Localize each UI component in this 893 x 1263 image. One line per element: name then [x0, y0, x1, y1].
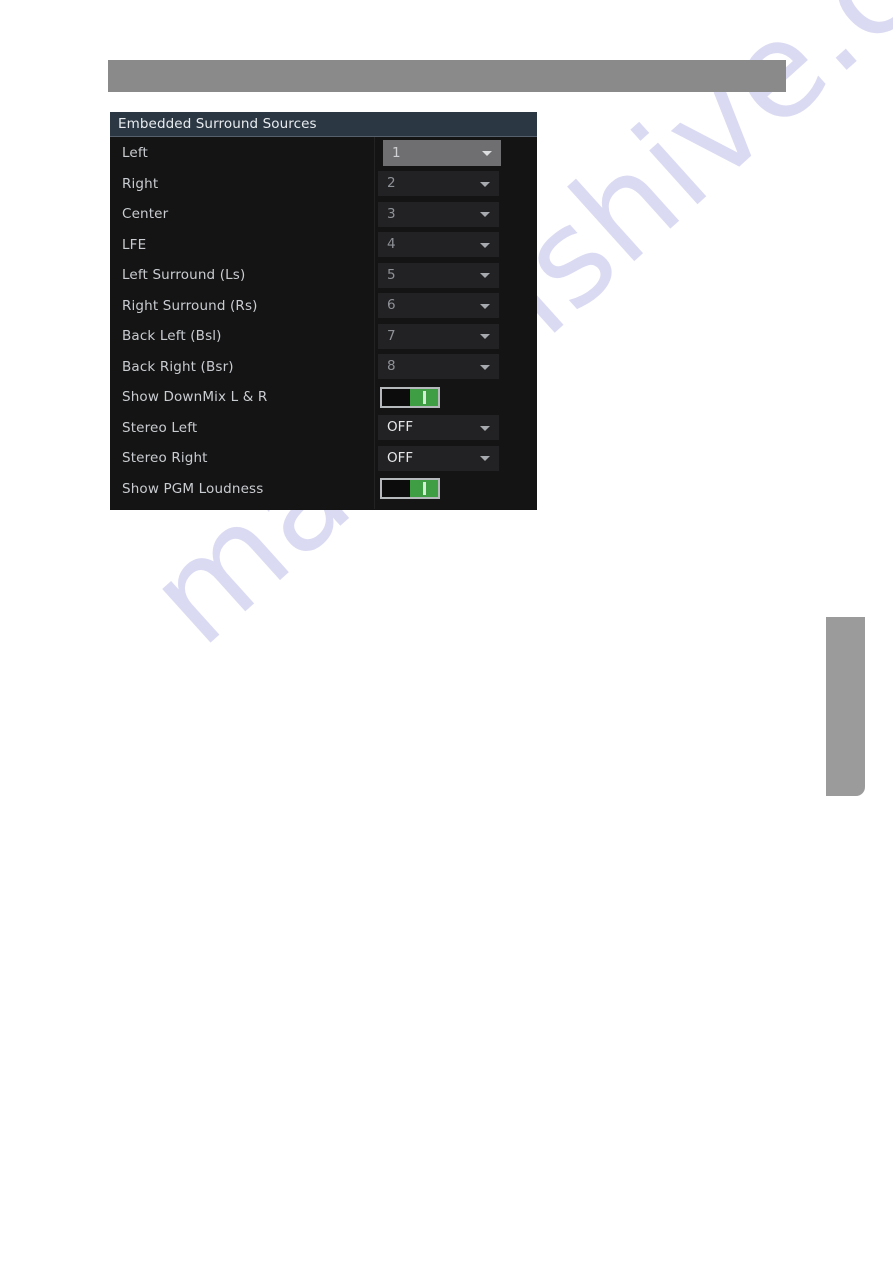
chevron-down-icon	[480, 425, 490, 431]
dropdown-value-back-right-bsr: 8	[387, 358, 396, 375]
dropdown-right-surround-rs[interactable]: 6	[378, 293, 499, 319]
chevron-down-icon	[480, 181, 490, 187]
dropdown-lfe[interactable]: 4	[378, 232, 499, 258]
setting-control-cell-left: 1	[374, 138, 537, 169]
setting-row-right: Right 2	[110, 169, 537, 200]
toggle-on-half	[410, 388, 438, 406]
dropdown-back-right-bsr[interactable]: 8	[378, 354, 499, 380]
dropdown-left[interactable]: 1	[383, 140, 501, 167]
setting-label-back-left-bsl: Back Left (Bsl)	[122, 328, 222, 345]
setting-control-cell-stereo-right: OFF	[374, 443, 537, 474]
dropdown-left-surround-ls[interactable]: 5	[378, 262, 499, 288]
chevron-down-icon	[480, 242, 490, 248]
setting-control-cell-right: 2	[374, 169, 537, 200]
setting-control-cell-back-right-bsr: 8	[374, 352, 537, 383]
embedded-surround-sources-panel: Embedded Surround Sources Left 1 Right 2 Cen…	[110, 112, 537, 510]
setting-label-show-downmix-l-and-r: Show DownMix L & R	[122, 389, 268, 406]
setting-row-back-right-bsr: Back Right (Bsr) 8	[110, 352, 537, 383]
setting-control-cell-center: 3	[374, 199, 537, 230]
page-header-bar	[108, 60, 786, 92]
setting-label-left: Left	[122, 145, 148, 162]
chevron-down-icon	[480, 273, 490, 279]
toggle-on-half	[410, 480, 438, 498]
chevron-down-icon	[480, 456, 490, 462]
panel-body: Left 1 Right 2 Center 3 LFE 4 Left Surround (Ls)…	[110, 137, 537, 509]
setting-row-lfe: LFE 4	[110, 230, 537, 261]
setting-label-show-pgm-loudness: Show PGM Loudness	[122, 480, 264, 497]
dropdown-value-left-surround-ls: 5	[387, 266, 396, 283]
dropdown-value-stereo-right: OFF	[387, 449, 414, 466]
setting-control-cell-show-pgm-loudness	[374, 474, 537, 505]
setting-row-stereo-left: Stereo Left OFF	[110, 413, 537, 444]
dropdown-value-stereo-left: OFF	[387, 419, 414, 436]
dropdown-value-right-surround-rs: 6	[387, 297, 396, 314]
setting-row-right-surround-rs: Right Surround (Rs) 6	[110, 291, 537, 322]
setting-row-left: Left 1	[110, 138, 537, 169]
dropdown-center[interactable]: 3	[378, 201, 499, 227]
setting-row-left-surround-ls: Left Surround (Ls) 5	[110, 260, 537, 291]
setting-control-cell-left-surround-ls: 5	[374, 260, 537, 291]
setting-control-cell-back-left-bsl: 7	[374, 321, 537, 352]
setting-control-cell-stereo-left: OFF	[374, 413, 537, 444]
page-side-tab	[826, 617, 865, 796]
chevron-down-icon	[480, 303, 490, 309]
dropdown-right[interactable]: 2	[378, 171, 499, 197]
toggle-show-downmix-l-and-r[interactable]	[380, 386, 440, 408]
setting-label-lfe: LFE	[122, 236, 147, 253]
dropdown-value-left: 1	[392, 144, 401, 161]
setting-label-right: Right	[122, 175, 159, 192]
dropdown-value-back-left-bsl: 7	[387, 327, 396, 344]
panel-title: Embedded Surround Sources	[110, 112, 537, 137]
setting-label-back-right-bsr: Back Right (Bsr)	[122, 358, 234, 375]
setting-label-center: Center	[122, 206, 169, 223]
dropdown-value-lfe: 4	[387, 236, 396, 253]
toggle-off-half	[382, 480, 410, 498]
dropdown-back-left-bsl[interactable]: 7	[378, 323, 499, 349]
dropdown-stereo-left[interactable]: OFF	[378, 415, 499, 441]
chevron-down-icon	[480, 212, 490, 218]
setting-label-stereo-right: Stereo Right	[122, 450, 208, 467]
chevron-down-icon	[482, 151, 492, 157]
setting-label-right-surround-rs: Right Surround (Rs)	[122, 297, 258, 314]
setting-label-stereo-left: Stereo Left	[122, 419, 198, 436]
toggle-show-pgm-loudness[interactable]	[380, 478, 440, 500]
dropdown-stereo-right[interactable]: OFF	[378, 445, 499, 471]
chevron-down-icon	[480, 334, 490, 340]
setting-control-cell-right-surround-rs: 6	[374, 291, 537, 322]
setting-row-back-left-bsl: Back Left (Bsl) 7	[110, 321, 537, 352]
setting-label-left-surround-ls: Left Surround (Ls)	[122, 267, 246, 284]
setting-row-center: Center 3	[110, 199, 537, 230]
setting-row-stereo-right: Stereo Right OFF	[110, 443, 537, 474]
setting-control-cell-show-downmix-l-and-r	[374, 382, 537, 413]
setting-control-cell-lfe: 4	[374, 230, 537, 261]
toggle-off-half	[382, 388, 410, 406]
dropdown-value-right: 2	[387, 175, 396, 192]
setting-row-show-downmix-l-and-r: Show DownMix L & R	[110, 382, 537, 413]
dropdown-value-center: 3	[387, 205, 396, 222]
setting-row-show-pgm-loudness: Show PGM Loudness	[110, 474, 537, 505]
chevron-down-icon	[480, 364, 490, 370]
